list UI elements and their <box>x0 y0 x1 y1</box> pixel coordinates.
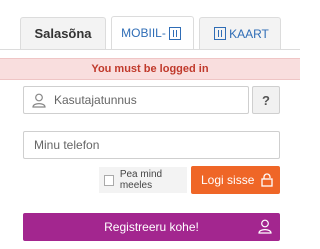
tab-mobile-label: MOBIIL- <box>121 26 166 40</box>
login-button[interactable]: Logi sisse <box>191 166 280 194</box>
register-label: Registreeru kohe! <box>104 220 199 234</box>
tab-id-card[interactable]: KAART <box>199 17 281 49</box>
id-card-icon <box>214 27 227 40</box>
remember-me[interactable]: Pea mind meeles <box>99 167 187 193</box>
tab-password[interactable]: Salasõna <box>20 17 106 49</box>
tabs-divider <box>0 49 300 50</box>
register-button[interactable]: Registreeru kohe! <box>23 213 280 241</box>
alert-message: You must be logged in <box>91 63 209 75</box>
phone-placeholder: Minu telefon <box>34 138 100 152</box>
id-card-icon <box>168 26 181 40</box>
tab-card-label: KAART <box>229 26 269 41</box>
help-label: ? <box>262 92 270 108</box>
lock-icon <box>261 173 273 190</box>
login-label: Logi sisse <box>201 173 255 187</box>
error-alert: You must be logged in <box>0 58 300 80</box>
login-tabs: Salasõna MOBIIL- KAART <box>0 0 300 50</box>
remember-label: Pea mind meeles <box>119 169 163 191</box>
user-icon <box>32 93 46 111</box>
username-field[interactable]: Kasutajatunnus <box>23 86 249 114</box>
username-placeholder: Kasutajatunnus <box>54 93 137 107</box>
tab-mobile-id[interactable]: MOBIIL- <box>111 16 194 49</box>
phone-field[interactable]: Minu telefon <box>23 131 280 159</box>
remember-checkbox[interactable] <box>104 174 114 186</box>
help-button[interactable]: ? <box>252 86 280 114</box>
user-add-icon <box>258 219 272 237</box>
tab-password-label: Salasõna <box>34 26 92 41</box>
